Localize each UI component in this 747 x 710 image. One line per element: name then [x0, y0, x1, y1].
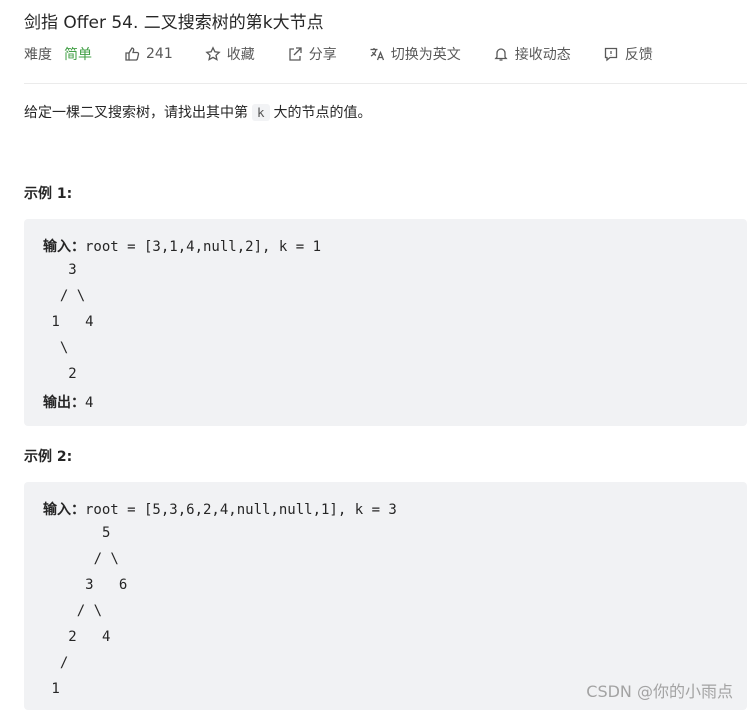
- csdn-watermark: CSDN @你的小雨点: [586, 682, 733, 701]
- example-2-tree-line: 5: [43, 525, 111, 541]
- problem-title: 剑指 Offer 54. 二叉搜索树的第k大节点: [24, 13, 324, 33]
- like-button[interactable]: 241: [124, 46, 173, 62]
- example-2-tree-line: / \: [43, 603, 103, 619]
- example-1-input-value: root = [3,1,4,null,2], k = 1: [85, 239, 322, 255]
- example-2-code-block: 输入：root = [5,3,6,2,4,null,null,1], k = 3…: [24, 482, 747, 710]
- example-2-title: 示例 2:: [24, 449, 73, 465]
- example-2-tree-line: 3 6: [43, 577, 128, 593]
- share-label: 分享: [308, 47, 337, 63]
- example-1-output-value: 4: [85, 395, 94, 411]
- description-text-before: 给定一棵二叉搜索树，请找出其中第: [24, 105, 248, 121]
- feedback-label: 反馈: [624, 47, 653, 63]
- example-1-tree-line: \: [43, 340, 69, 356]
- switch-language-label: 切换为英文: [390, 47, 461, 63]
- example-2-input-label: 输入：: [43, 502, 85, 518]
- feedback-icon: [604, 47, 617, 62]
- switch-language-button[interactable]: 切换为英文: [369, 44, 461, 64]
- translate-icon: [370, 48, 384, 61]
- example-1-input-line: 输入：root = [3,1,4,null,2], k = 1: [43, 236, 321, 256]
- bell-icon: [494, 48, 508, 61]
- difficulty-value: 简单: [64, 47, 92, 63]
- feedback-button[interactable]: 反馈: [603, 44, 653, 64]
- header-divider: [24, 83, 747, 84]
- share-button[interactable]: 分享: [287, 44, 337, 64]
- like-count: 241: [146, 46, 173, 62]
- example-1-tree-line: 2: [43, 366, 77, 382]
- example-1-tree-line: 3: [43, 262, 77, 278]
- inline-code-k: k: [252, 104, 270, 121]
- example-1-code-block: 输入：root = [3,1,4,null,2], k = 1 3 / \ 1 …: [24, 219, 747, 426]
- example-2-tree-line: 2 4: [43, 629, 111, 645]
- favorite-button[interactable]: 收藏: [205, 44, 255, 64]
- example-1-tree-line: / \: [43, 288, 86, 304]
- favorite-label: 收藏: [226, 47, 255, 63]
- example-2-tree-line: / \: [43, 551, 119, 567]
- example-2-input-line: 输入：root = [5,3,6,2,4,null,null,1], k = 3: [43, 499, 397, 519]
- example-1-output-line: 输出：4: [43, 392, 93, 412]
- example-2-tree-line: /: [43, 655, 69, 671]
- problem-description: 给定一棵二叉搜索树，请找出其中第 k 大的节点的值。: [24, 102, 372, 122]
- problem-toolbar: 难度 简单 241 收藏 分享 切换为英文 接收动态 反馈: [24, 44, 653, 64]
- difficulty-label: 难度: [24, 47, 52, 63]
- share-icon: [289, 47, 302, 61]
- example-1-input-label: 输入：: [43, 239, 85, 255]
- thumbs-up-icon: [125, 47, 140, 61]
- example-1-tree-line: 1 4: [43, 314, 94, 330]
- example-2-tree-line: 1: [43, 681, 60, 697]
- star-icon: [205, 46, 221, 61]
- subscribe-label: 接收动态: [514, 47, 571, 63]
- example-1-output-label: 输出：: [43, 395, 85, 411]
- example-2-input-value: root = [5,3,6,2,4,null,null,1], k = 3: [85, 502, 397, 518]
- example-1-title: 示例 1:: [24, 186, 73, 202]
- description-text-after: 大的节点的值。: [273, 105, 372, 121]
- subscribe-button[interactable]: 接收动态: [493, 44, 571, 64]
